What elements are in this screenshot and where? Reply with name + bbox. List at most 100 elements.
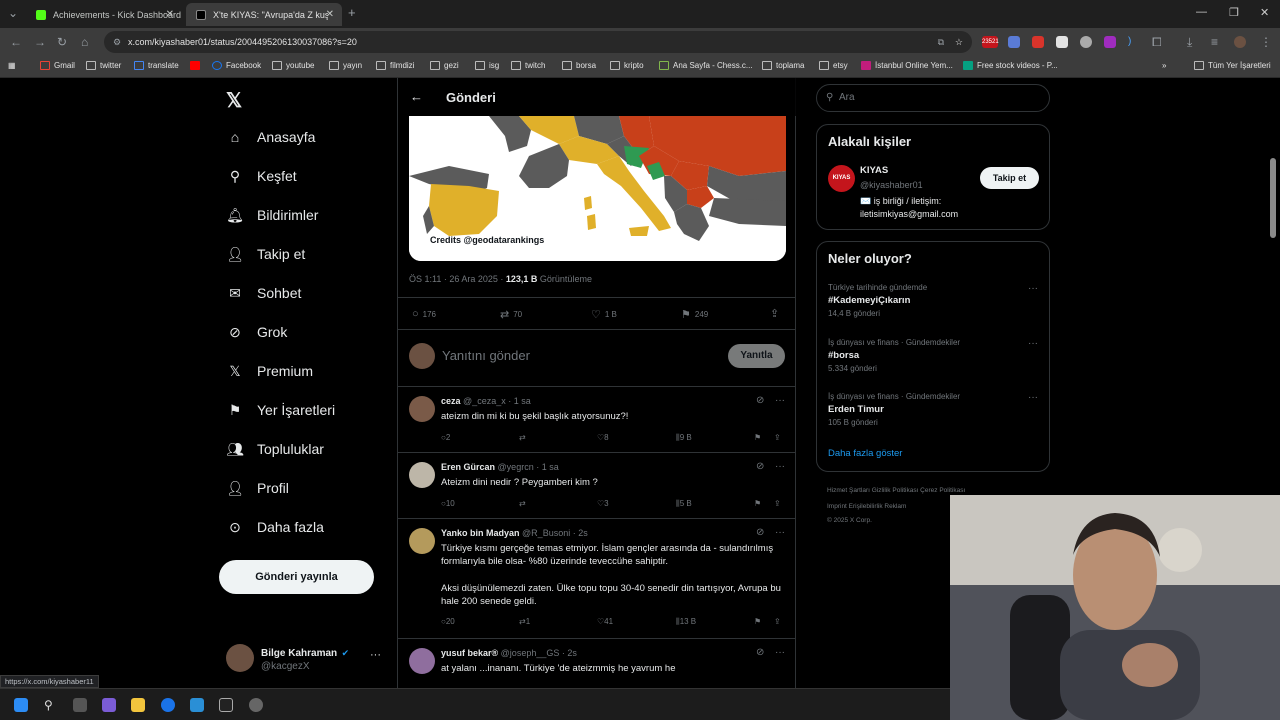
menu-kebab-icon[interactable]: ⋮ (1260, 35, 1272, 49)
author-name[interactable]: yusuf bekar® (441, 648, 498, 658)
reply-action[interactable]: ○ 176 (412, 308, 436, 320)
bookmark-yemeksepeti[interactable]: İstanbul Online Yem... (861, 61, 953, 70)
reply-button[interactable]: Yanıtla (728, 344, 785, 368)
avatar[interactable]: KIYAS (828, 165, 855, 192)
views-action[interactable]: ⫼ 9 B (676, 433, 692, 443)
repost-icon[interactable]: ⇄ (519, 499, 526, 508)
translate-extension-icon[interactable] (1008, 36, 1020, 48)
extension-icon[interactable] (1056, 36, 1068, 48)
like-action[interactable]: ♡ 41 (597, 617, 613, 626)
account-switcher[interactable]: Bilge Kahraman ✔ @kacgezX ··· (226, 643, 381, 672)
tab-x-post[interactable]: X'te KIYAS: "Avrupa'da Z kuşağı ✕ (186, 3, 342, 26)
task-view-icon[interactable] (73, 698, 87, 712)
trend-more-icon[interactable]: ··· (1028, 283, 1038, 294)
reply-tweet[interactable]: Yanko bin Madyan @R_Busoni · 2s ⊘ ··· Tü… (398, 519, 796, 639)
grok-icon[interactable]: ⊘ (756, 461, 764, 472)
reply-input[interactable]: Yanıtını gönder (442, 348, 530, 363)
share-action[interactable]: ⇪ (770, 307, 783, 320)
grok-icon[interactable]: ⊘ (756, 527, 764, 538)
show-more-link[interactable]: Daha fazla göster (828, 448, 902, 459)
windows-start-icon[interactable] (14, 698, 28, 712)
trend-more-icon[interactable]: ··· (1028, 392, 1038, 403)
author-name[interactable]: Yanko bin Madyan (441, 528, 520, 538)
file-explorer-icon[interactable] (131, 698, 145, 712)
like-action[interactable]: ♡ 8 (597, 433, 609, 442)
bookmark-folder[interactable]: yayın (329, 61, 362, 70)
reply-tweet[interactable]: Eren Gürcan @yegrcn · 1 sa ⊘ ··· Ateizm … (398, 453, 796, 519)
bookmark-folder[interactable]: youtube (272, 61, 314, 70)
bookmark-youtube-red[interactable] (190, 61, 204, 70)
tab-search-icon[interactable]: ⌄ (8, 6, 18, 20)
nav-more[interactable]: ⊙ Daha fazla (226, 518, 324, 536)
author-name[interactable]: Eren Gürcan (441, 462, 495, 472)
bookmark-folder[interactable]: toplama (762, 61, 804, 70)
reply-action[interactable]: ○ 20 (441, 617, 455, 626)
forward-icon[interactable]: → (34, 35, 46, 49)
footer-links[interactable]: Imprint Erişilebilirlik Reklam (827, 503, 906, 510)
bookmark-facebook[interactable]: Facebook (212, 61, 261, 70)
bookmark-folder[interactable]: gezi (430, 61, 459, 70)
tweet-more-icon[interactable]: ··· (775, 461, 785, 472)
follow-button[interactable]: Takip et (980, 167, 1039, 189)
scrollbar[interactable] (1270, 158, 1276, 238)
tab-kick-dashboard[interactable]: Achievements - Kick Dashboard ✕ (26, 3, 182, 26)
app-icon[interactable] (249, 698, 263, 712)
bookmark-folder[interactable]: isg (475, 61, 499, 70)
chrome-icon[interactable] (161, 698, 175, 712)
install-app-icon[interactable]: ⧉ (938, 31, 944, 53)
reply-tweet[interactable]: yusuf bekar® @joseph__GS · 2s ⊘ ··· at y… (398, 639, 796, 688)
tweet-more-icon[interactable]: ··· (775, 527, 785, 538)
nav-home[interactable]: ⌂ Anasayfa (226, 128, 316, 146)
repost-icon[interactable]: ⇄ (519, 433, 526, 442)
app-icon[interactable] (190, 698, 204, 712)
tradingview-icon[interactable] (219, 698, 233, 712)
bookmark-action[interactable]: ⚑ 249 (681, 308, 708, 321)
grok-icon[interactable]: ⊘ (756, 647, 764, 658)
nav-grok[interactable]: ⊘ Grok (226, 323, 287, 341)
reply-tweet[interactable]: ceza @_ceza_x · 1 sa ⊘ ··· ateizm din mi… (398, 387, 796, 453)
author-name[interactable]: ceza (441, 396, 461, 406)
new-tab-icon[interactable]: + (348, 5, 356, 20)
nav-follow[interactable]: 👤︎ Takip et (226, 245, 305, 263)
url-bar[interactable]: ⚙ x.com/kiyashaber01/status/200449520613… (104, 31, 972, 53)
copilot-icon[interactable] (102, 698, 116, 712)
bookmark-folder[interactable]: twitch (511, 61, 545, 70)
bookmark-icon[interactable]: ⚑ (754, 617, 761, 626)
reply-composer[interactable]: Yanıtını gönder Yanıtla (409, 343, 785, 369)
bookmark-icon[interactable]: ⚑ (754, 499, 761, 508)
bookmark-folder[interactable]: filmdizi (376, 61, 414, 70)
grok-icon[interactable]: ⊘ (756, 395, 764, 406)
views-action[interactable]: ⫼ 5 B (676, 499, 692, 509)
notification-extension-icon[interactable]: 23521 (982, 36, 999, 48)
trend-item[interactable]: Türkiye tarihinde gündemde #KademeyiÇıka… (828, 283, 1038, 318)
reading-list-icon[interactable]: ≡ (1211, 35, 1218, 49)
adblock-extension-icon[interactable] (1032, 36, 1044, 48)
like-action[interactable]: ♡ 1 B (591, 308, 617, 321)
extension-icon[interactable]: ) (1128, 36, 1140, 48)
bookmark-chess[interactable]: Ana Sayfa - Chess.c... (659, 61, 753, 70)
all-bookmarks[interactable]: Tüm Yer İşaretleri (1194, 61, 1271, 70)
related-name[interactable]: KIYAS (860, 165, 888, 176)
close-tab-icon[interactable]: ✕ (166, 9, 174, 20)
x-logo-icon[interactable]: 𝕏 (226, 88, 242, 113)
trend-item[interactable]: İş dünyası ve finans · Gündemdekiler Erd… (828, 392, 1038, 427)
post-button[interactable]: Gönderi yayınla (219, 560, 374, 594)
minimize-icon[interactable]: — (1196, 6, 1207, 18)
footer-links[interactable]: Hizmet Şartları Gizlilik Politikası Çere… (827, 487, 965, 494)
repost-action[interactable]: ⇄ 70 (500, 308, 522, 321)
restore-icon[interactable]: ❐ (1229, 6, 1239, 19)
nav-bookmarks[interactable]: ⚑ Yer İşaretleri (226, 401, 335, 419)
trend-item[interactable]: İş dünyası ve finans · Gündemdekiler #bo… (828, 338, 1038, 373)
nav-explore[interactable]: ⚲ Keşfet (226, 167, 297, 185)
nav-profile[interactable]: 👤︎ Profil (226, 479, 289, 497)
close-window-icon[interactable]: ✕ (1260, 6, 1269, 19)
extension-icon[interactable] (1104, 36, 1116, 48)
bookmark-stock-videos[interactable]: Free stock videos - P... (963, 61, 1058, 70)
nav-messages[interactable]: ✉ Sohbet (226, 284, 301, 302)
views-action[interactable]: ⫼ 13 B (676, 617, 696, 627)
bookmark-twitter[interactable]: twitter (86, 61, 121, 70)
bookmark-translate[interactable]: translate (134, 61, 179, 70)
profile-avatar-icon[interactable] (1234, 36, 1246, 48)
reload-icon[interactable]: ↻ (57, 35, 67, 49)
back-arrow-icon[interactable]: ← (410, 89, 423, 104)
